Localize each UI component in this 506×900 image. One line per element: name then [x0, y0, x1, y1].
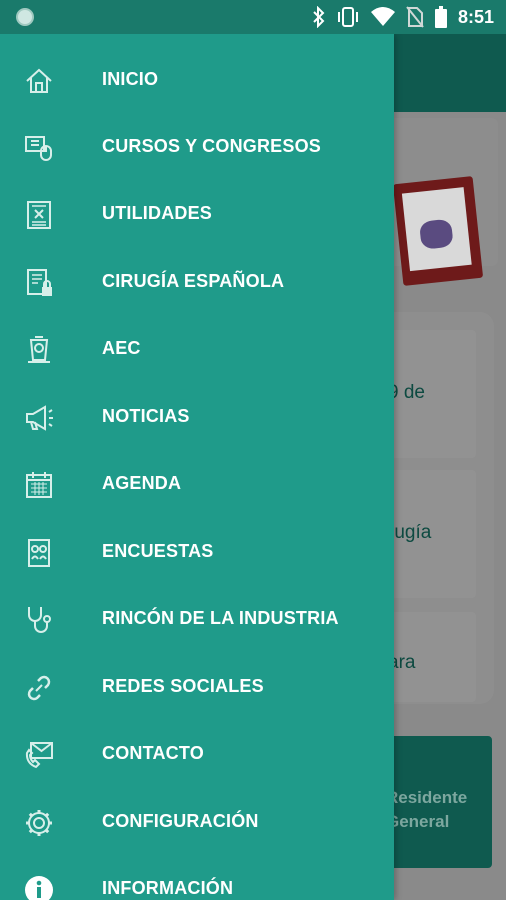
aec-emblem-icon [22, 333, 56, 367]
list-item-text: rugía [388, 522, 432, 543]
wifi-icon [370, 7, 395, 26]
list-item[interactable]: ara [384, 612, 476, 702]
menu-item-cirugia-espanola[interactable]: CIRUGÍA ESPAÑOLA [0, 252, 394, 312]
menu-label: REDES SOCIALES [102, 676, 264, 696]
residente-general-button[interactable]: Residente General [380, 736, 492, 868]
menu-label: INICIO [102, 69, 159, 89]
menu-label: NOTICIAS [102, 406, 190, 426]
stethoscope-icon [22, 603, 56, 637]
menu-label: AGENDA [102, 473, 182, 493]
status-time: 8:51 [457, 6, 494, 27]
bluetooth-icon [313, 6, 325, 28]
survey-icon [22, 536, 56, 570]
menu-item-inicio[interactable]: INICIO [0, 50, 394, 110]
battery-icon [434, 6, 447, 28]
app-notification-icon [16, 8, 34, 26]
info-icon [22, 873, 56, 900]
megaphone-icon [22, 401, 56, 435]
menu-label: CONFIGURACIÓN [102, 811, 259, 831]
calendar-icon [22, 468, 56, 502]
menu-item-rincon-de-la-industria[interactable]: RINCÓN DE LA INDUSTRIA [0, 589, 394, 649]
menu-item-contacto[interactable]: CONTACTO [0, 724, 394, 784]
contact-icon [22, 738, 56, 772]
journal-lock-icon [22, 266, 56, 300]
menu-item-encuestas[interactable]: ENCUESTAS [0, 522, 394, 582]
menu-item-informacion[interactable]: INFORMACIÓN [0, 859, 394, 900]
menu-label: CONTACTO [102, 743, 204, 763]
menu-item-aec[interactable]: AEC [0, 319, 394, 379]
courses-icon [22, 131, 56, 165]
menu-label: CIRUGÍA ESPAÑOLA [102, 271, 285, 291]
list-item[interactable]: 9 de [384, 330, 476, 458]
no-sim-icon [406, 6, 424, 28]
vibrate-icon [337, 7, 358, 27]
status-bar: 8:51 [0, 0, 506, 34]
menu-label: UTILIDADES [102, 203, 212, 223]
menu-label: ENCUESTAS [102, 541, 214, 561]
menu-label: RINCÓN DE LA INDUSTRIA [102, 608, 339, 628]
status-icons: 8:51 [312, 6, 494, 28]
menu-item-redes-sociales[interactable]: REDES SOCIALES [0, 657, 394, 717]
list-item[interactable]: rugía [384, 470, 476, 598]
menu-label: INFORMACIÓN [102, 878, 234, 898]
menu-item-utilidades[interactable]: UTILIDADES [0, 184, 394, 244]
menu-item-agenda[interactable]: AGENDA [0, 454, 394, 514]
button-text: Residente General [386, 788, 468, 831]
gear-icon [22, 806, 56, 840]
home-icon [22, 64, 56, 98]
link-icon [22, 671, 56, 705]
menu-item-noticias[interactable]: NOTICIAS [0, 387, 394, 447]
menu-item-cursos-y-congresos[interactable]: CURSOS Y CONGRESOS [0, 117, 394, 177]
menu-item-configuracion[interactable]: CONFIGURACIÓN [0, 792, 394, 852]
navigation-drawer: INICIO CURSOS Y CONGRESOS UTILIDADES CIR… [0, 34, 394, 900]
utilities-icon [22, 198, 56, 232]
menu-label: AEC [102, 338, 141, 358]
menu-label: CURSOS Y CONGRESOS [102, 136, 321, 156]
journal-cover-image [392, 176, 484, 286]
